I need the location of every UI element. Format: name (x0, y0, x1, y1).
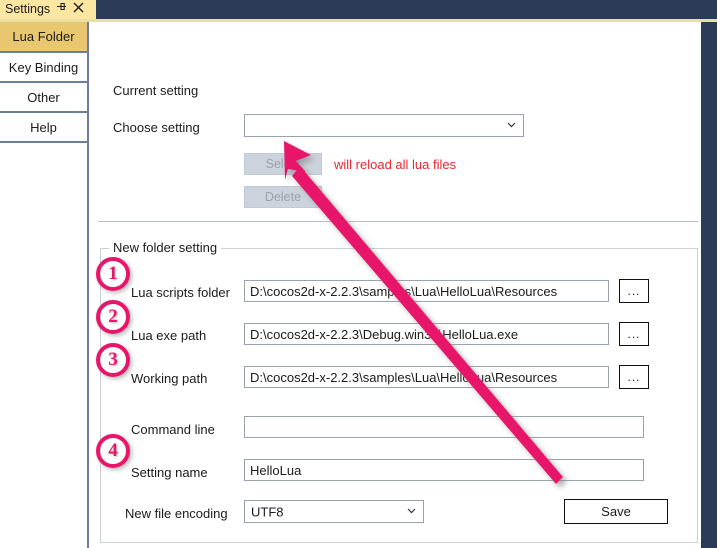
new-file-encoding-combobox[interactable]: UTF8 (244, 500, 424, 523)
choose-setting-combobox[interactable] (244, 114, 524, 137)
new-folder-setting-group-title: New folder setting (109, 240, 222, 255)
lua-scripts-folder-input[interactable]: D:\cocos2d-x-2.2.3\samples\Lua\HelloLua\… (244, 280, 609, 302)
main-content-panel: Current setting Choose setting Select De… (89, 22, 701, 548)
choose-setting-label: Choose setting (113, 120, 200, 135)
current-setting-label: Current setting (113, 83, 199, 98)
close-icon[interactable] (73, 0, 84, 19)
delete-button-label: Delete (264, 190, 302, 204)
pin-icon[interactable] (56, 0, 67, 19)
annotation-badge-4: 4 (96, 434, 130, 468)
lua-exe-path-input[interactable]: D:\cocos2d-x-2.2.3\Debug.win32\HelloLua.… (244, 323, 609, 345)
sidebar-item-lua-folder[interactable]: Lua Folder (0, 22, 87, 53)
sidebar: Lua Folder Key Binding Other Help (0, 22, 89, 548)
browse-working-path-button[interactable]: ... (619, 365, 649, 389)
annotation-badge-3: 3 (96, 343, 130, 377)
browse-lua-exe-path-button[interactable]: ... (619, 322, 649, 346)
select-button[interactable]: Select (244, 153, 322, 175)
sidebar-item-label: Key Binding (8, 59, 79, 75)
working-path-input[interactable]: D:\cocos2d-x-2.2.3\samples\Lua\HelloLua\… (244, 366, 609, 388)
pin-icon-svg (57, 3, 67, 10)
section-divider (98, 221, 698, 222)
select-button-label: Select (265, 157, 301, 171)
sidebar-item-other[interactable]: Other (0, 83, 87, 113)
new-file-encoding-label: New file encoding (125, 506, 228, 521)
close-icon-svg (73, 2, 84, 13)
sidebar-item-label: Help (30, 119, 57, 135)
sidebar-item-label: Other (27, 89, 60, 105)
sidebar-item-key-binding[interactable]: Key Binding (0, 53, 87, 83)
chevron-down-icon-svg (407, 508, 416, 513)
chevron-down-icon (507, 121, 516, 131)
sidebar-item-help[interactable]: Help (0, 113, 87, 143)
lua-exe-path-label: Lua exe path (131, 328, 207, 343)
save-button-label: Save (601, 504, 631, 519)
delete-button[interactable]: Delete (244, 186, 322, 208)
setting-name-input[interactable]: HelloLua (244, 459, 644, 481)
window-title: Settings (5, 2, 51, 16)
save-button[interactable]: Save (564, 499, 668, 524)
settings-window-tab[interactable]: Settings (0, 0, 96, 19)
new-file-encoding-value: UTF8 (251, 504, 284, 519)
reload-note-text: will reload all lua files (334, 157, 457, 172)
browse-lua-scripts-folder-button[interactable]: ... (619, 279, 649, 303)
working-path-label: Working path (131, 371, 208, 386)
sidebar-item-label: Lua Folder (12, 29, 75, 44)
lua-scripts-folder-label: Lua scripts folder (131, 285, 230, 300)
chevron-down-icon (407, 507, 416, 517)
command-line-label: Command line (131, 422, 215, 437)
command-line-input[interactable] (244, 416, 644, 438)
setting-name-label: Setting name (131, 465, 208, 480)
annotation-badge-2: 2 (96, 300, 130, 334)
annotation-badge-1: 1 (96, 257, 130, 291)
chevron-down-icon-svg (507, 122, 516, 127)
window-title-bar: Settings (0, 0, 717, 19)
